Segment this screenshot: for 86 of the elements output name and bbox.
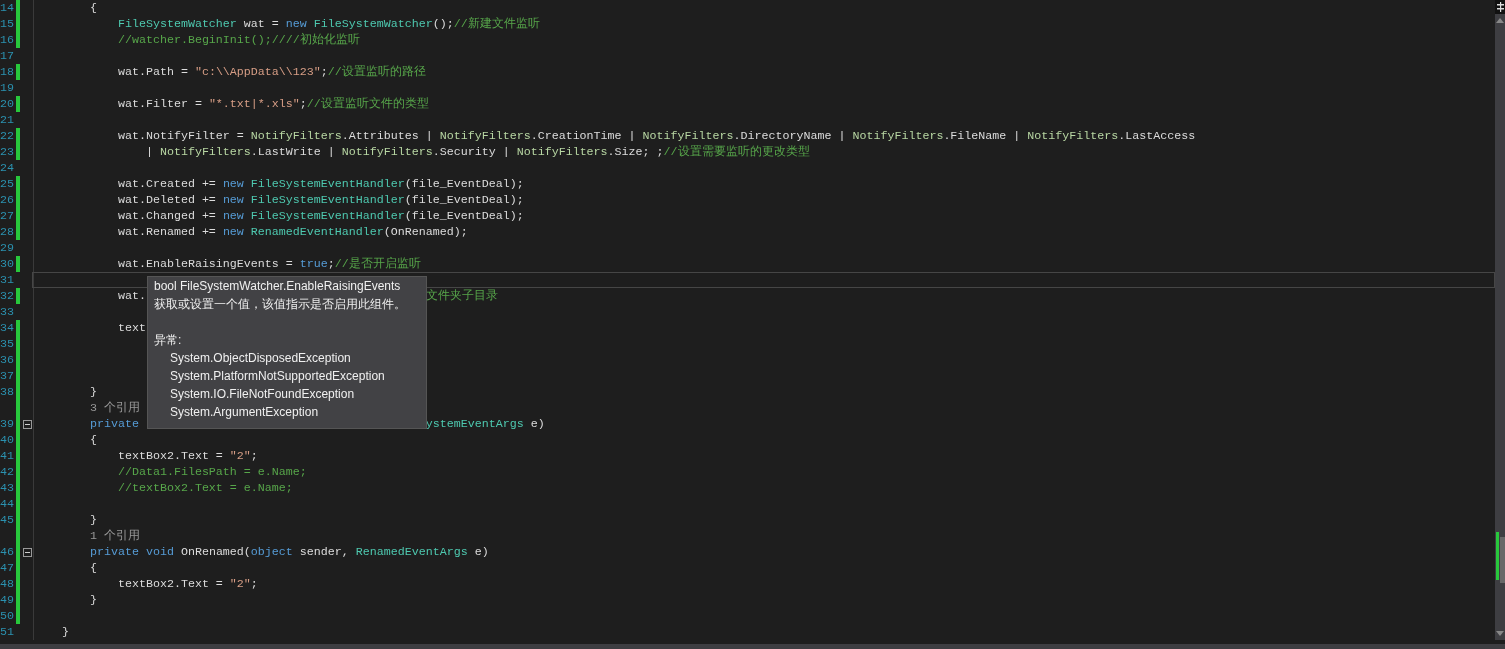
line-number: 30 xyxy=(0,257,14,271)
line-number: 33 xyxy=(0,305,14,319)
line-number: 50 xyxy=(0,609,14,623)
code-fragment: 文件夹子目录 xyxy=(425,288,498,304)
code-line: wat.Renamed += new RenamedEventHandler(OnRenamed); xyxy=(117,224,468,240)
code-line: private xyxy=(89,416,139,432)
change-marker xyxy=(16,288,20,304)
line-number: 47 xyxy=(0,561,14,575)
scroll-up-icon[interactable] xyxy=(1496,18,1504,23)
line-number: 31 xyxy=(0,273,14,287)
line-number: 16 xyxy=(0,33,14,47)
line-number: 29 xyxy=(0,241,14,255)
line-number: 35 xyxy=(0,337,14,351)
line-number: 43 xyxy=(0,481,14,495)
exception-name: System.ArgumentException xyxy=(169,404,320,421)
code-line: wat.Changed += new FileSystemEventHandler(file_EventDeal); xyxy=(117,208,524,224)
line-number: 32 xyxy=(0,289,14,303)
change-marker xyxy=(16,64,20,80)
scroll-down-icon[interactable] xyxy=(1496,631,1504,636)
code-line: wat.Created += new FileSystemEventHandler(file_EventDeal); xyxy=(117,176,524,192)
exception-name: System.ObjectDisposedException xyxy=(169,350,352,367)
line-number: 39 xyxy=(0,417,14,431)
line-number: 19 xyxy=(0,81,14,95)
code-line: wat.NotifyFilter = NotifyFilters.Attributes | NotifyFilters.CreationTime | NotifyFilters.DirectoryName | NotifyFilters.FileName | NotifyFilters.LastAccess xyxy=(117,128,1196,144)
exception-name: System.PlatformNotSupportedException xyxy=(169,368,386,385)
code-line: text xyxy=(117,320,146,336)
scrollbar-thumb[interactable] xyxy=(1500,537,1505,583)
line-number: 46 xyxy=(0,545,14,559)
code-line: } xyxy=(89,384,97,400)
line-number: 49 xyxy=(0,593,14,607)
change-marker xyxy=(16,96,20,112)
line-number: 28 xyxy=(0,225,14,239)
split-icon[interactable] xyxy=(1495,0,1505,14)
code-line: textBox2.Text = "2"; xyxy=(117,576,258,592)
code-line: //Data1.FilesPath = e.Name; xyxy=(117,464,307,480)
line-number: 36 xyxy=(0,353,14,367)
code-line: private void OnRenamed(object sender, RenamedEventArgs e) xyxy=(89,544,489,560)
line-number: 27 xyxy=(0,209,14,223)
reference-count-link[interactable]: 3 个引用 xyxy=(89,401,140,415)
exception-name: System.IO.FileNotFoundException xyxy=(169,386,356,403)
code-line: } xyxy=(89,512,97,528)
line-number: 38 xyxy=(0,385,14,399)
code-line: } xyxy=(61,624,69,640)
code-line: wat. xyxy=(117,288,146,304)
code-line: { xyxy=(89,560,97,576)
code-line: //textBox2.Text = e.Name; xyxy=(117,480,293,496)
line-number: 41 xyxy=(0,449,14,463)
code-line: textBox2.Text = "2"; xyxy=(117,448,258,464)
line-number: 45 xyxy=(0,513,14,527)
tooltip-description: 获取或设置一个值，该值指示是否启用此组件。 xyxy=(154,296,407,313)
line-number: 42 xyxy=(0,465,14,479)
line-number: 14 xyxy=(0,1,14,15)
collapse-button[interactable] xyxy=(22,547,32,557)
code-fragment: ystemEventArgs e) xyxy=(425,416,545,432)
line-number: 44 xyxy=(0,497,14,511)
line-number: 22 xyxy=(0,129,14,143)
code-line: FileSystemWatcher wat = new FileSystemWatcher();//新建文件监听 xyxy=(117,16,540,32)
line-number: 25 xyxy=(0,177,14,191)
collapse-button[interactable] xyxy=(22,419,32,429)
code-line: { xyxy=(89,0,97,16)
line-number: 24 xyxy=(0,161,14,175)
code-line: | NotifyFilters.LastWrite | NotifyFilters.Security | NotifyFilters.Size; ;//设置需要监听的更改类型 xyxy=(145,144,810,160)
line-number: 18 xyxy=(0,65,14,79)
code-line: wat.EnableRaisingEvents = true;//是否开启监听 xyxy=(117,256,421,272)
code-line: wat.Deleted += new FileSystemEventHandler(file_EventDeal); xyxy=(117,192,524,208)
code-line: wat.Filter = "*.txt|*.xls";//设置监听文件的类型 xyxy=(117,96,429,112)
line-number: 40 xyxy=(0,433,14,447)
line-number: 51 xyxy=(0,625,14,639)
tooltip-heading: 异常: xyxy=(154,332,183,349)
line-number: 15 xyxy=(0,17,14,31)
code-line: //watcher.BeginInit();////初始化监听 xyxy=(117,32,360,48)
line-number: 37 xyxy=(0,369,14,383)
line-number: 23 xyxy=(0,145,14,159)
vertical-scrollbar[interactable] xyxy=(1495,0,1505,640)
tooltip-signature: bool FileSystemWatcher.EnableRaisingEvents xyxy=(154,278,402,295)
reference-count-link[interactable]: 1 个引用 xyxy=(89,529,140,543)
code-line: } xyxy=(89,592,97,608)
line-number: 20 xyxy=(0,97,14,111)
line-number: 48 xyxy=(0,577,14,591)
change-marker xyxy=(16,256,20,272)
line-number: 21 xyxy=(0,113,14,127)
code-line: wat.Path = "c:\\AppData\\123";//设置监听的路径 xyxy=(117,64,426,80)
code-line: { xyxy=(89,432,97,448)
line-number: 17 xyxy=(0,49,14,63)
line-number: 26 xyxy=(0,193,14,207)
line-number: 34 xyxy=(0,321,14,335)
